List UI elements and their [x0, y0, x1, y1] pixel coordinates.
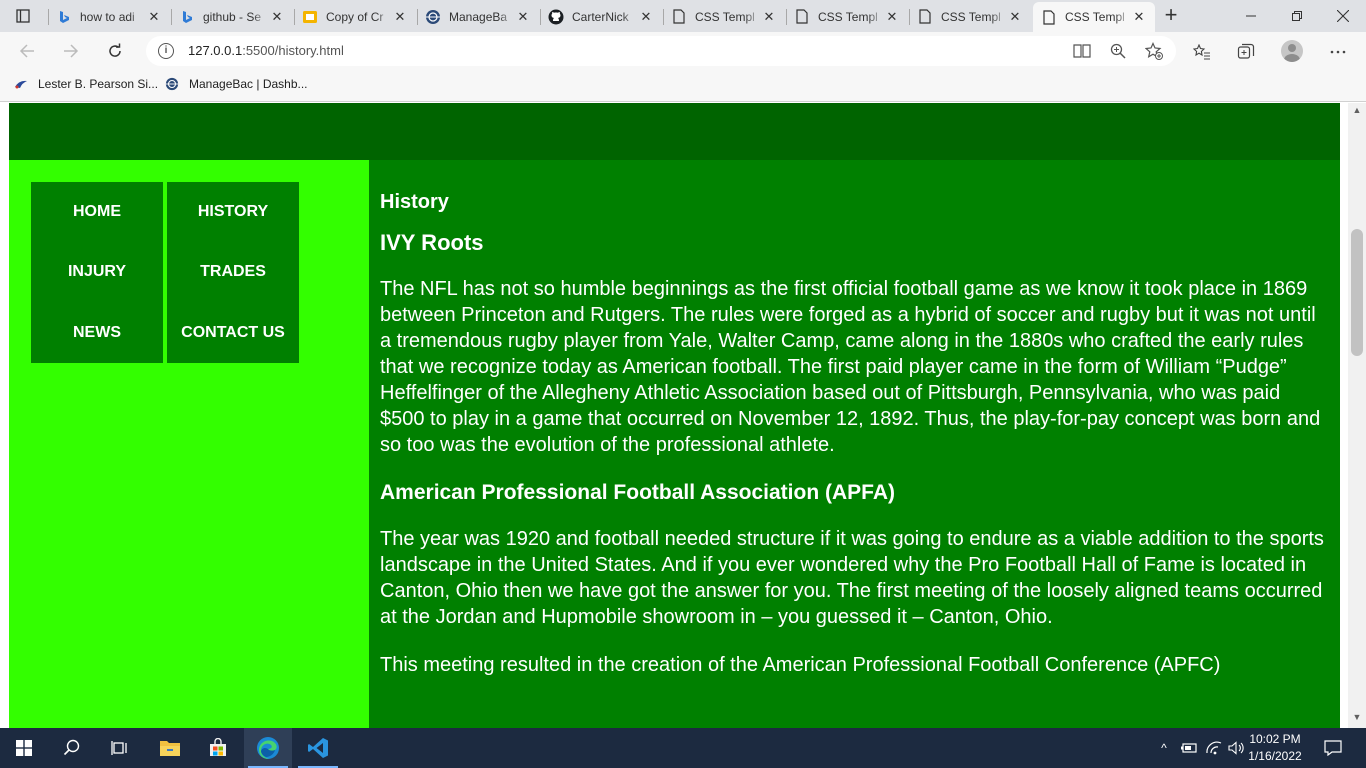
nav-column-right: HISTORY TRADES CONTACT US	[167, 182, 299, 363]
section-heading-apfa: American Professional Football Associati…	[380, 481, 895, 504]
profile-avatar[interactable]	[1281, 40, 1303, 62]
nav-link-history[interactable]: HISTORY	[167, 182, 299, 242]
browser-tab[interactable]: ManageBa ✕	[417, 3, 539, 30]
scroll-down-icon[interactable]: ▼	[1348, 712, 1366, 726]
tab-actions-icon[interactable]	[8, 6, 38, 26]
managebac-icon	[425, 9, 441, 25]
search-icon[interactable]	[48, 728, 96, 768]
clock-date: 1/16/2022	[1248, 749, 1302, 763]
close-icon[interactable]: ✕	[515, 9, 531, 25]
close-icon[interactable]: ✕	[269, 9, 285, 25]
taskbar: ^ 10:02 PM 1/16/2022	[0, 728, 1366, 768]
address-bar[interactable]: i 127.0.0.1:5500/history.html	[146, 36, 1176, 66]
section-paragraph-apfc: This meeting resulted in the creation of…	[380, 654, 1221, 676]
page-icon	[794, 9, 810, 25]
section-paragraph-apfa: The year was 1920 and football needed st…	[380, 528, 1324, 628]
scrollbar-thumb[interactable]	[1351, 229, 1363, 356]
tray-overflow-icon[interactable]: ^	[1155, 728, 1173, 768]
zoom-icon[interactable]	[1108, 41, 1128, 61]
browser-tab[interactable]: how to adi ✕	[48, 3, 170, 30]
minimize-button[interactable]	[1228, 0, 1274, 32]
section-heading-ivy-roots: IVY Roots	[380, 230, 484, 255]
browser-tab[interactable]: CSS Templ ✕	[663, 3, 785, 30]
battery-icon[interactable]	[1178, 728, 1200, 768]
page-icon	[671, 9, 687, 25]
refresh-icon[interactable]	[102, 39, 128, 63]
nav-link-news[interactable]: NEWS	[31, 303, 163, 363]
edge-browser-icon[interactable]	[244, 728, 292, 768]
favorites-bar: Lester B. Pearson Si... ManageBac | Dash…	[0, 70, 1366, 102]
nav-menu: HOME INJURY NEWS HISTORY TRADES CONTACT …	[31, 182, 299, 363]
close-icon[interactable]: ✕	[761, 9, 777, 25]
nav-link-injury[interactable]: INJURY	[31, 242, 163, 302]
favorites-icon[interactable]	[1191, 41, 1213, 63]
bing-icon	[56, 9, 72, 25]
collections-icon[interactable]	[1235, 41, 1257, 63]
close-window-button[interactable]	[1320, 0, 1366, 32]
notifications-icon[interactable]	[1318, 728, 1348, 768]
page-title: History	[380, 191, 449, 213]
sidebar: HOME INJURY NEWS HISTORY TRADES CONTACT …	[9, 160, 369, 728]
nav-column-left: HOME INJURY NEWS	[31, 182, 163, 363]
restore-button[interactable]	[1274, 0, 1320, 32]
vertical-scrollbar[interactable]: ▲ ▼	[1348, 103, 1366, 728]
section-paragraph-ivy-roots: The NFL has not so humble beginnings as …	[380, 278, 1321, 456]
new-tab-button[interactable]: +	[1158, 4, 1184, 28]
back-icon[interactable]	[14, 39, 40, 63]
page-icon	[917, 9, 933, 25]
page-icon	[1041, 9, 1057, 25]
clock-time: 10:02 PM	[1249, 732, 1301, 746]
close-icon[interactable]: ✕	[1131, 9, 1147, 25]
nav-link-contact-us[interactable]: CONTACT US	[167, 303, 299, 363]
system-clock[interactable]: 10:02 PM 1/16/2022	[1240, 731, 1310, 765]
browser-tab[interactable]: CSS Templ ✕	[786, 3, 908, 30]
wifi-icon[interactable]	[1203, 728, 1225, 768]
close-icon[interactable]: ✕	[146, 9, 162, 25]
task-view-icon[interactable]	[96, 728, 144, 768]
managebac-icon	[165, 77, 179, 91]
slides-icon	[302, 9, 318, 25]
school-icon	[14, 77, 28, 91]
add-favorite-icon[interactable]	[1144, 41, 1164, 61]
immersive-reader-icon[interactable]	[1072, 41, 1092, 61]
tab-strip: how to adi ✕ github - Se ✕ Copy of Cr ✕ …	[0, 0, 1366, 32]
url-text[interactable]: 127.0.0.1:5500/history.html	[188, 43, 344, 58]
more-options-icon[interactable]	[1327, 41, 1349, 63]
bing-icon	[179, 9, 195, 25]
browser-toolbar: i 127.0.0.1:5500/history.html	[0, 32, 1366, 70]
nav-link-home[interactable]: HOME	[31, 182, 163, 242]
browser-tab[interactable]: github - Se ✕	[171, 3, 293, 30]
close-icon[interactable]: ✕	[1007, 9, 1023, 25]
page-header	[9, 103, 1340, 160]
nav-link-trades[interactable]: TRADES	[167, 242, 299, 302]
browser-tab[interactable]: Copy of Cr ✕	[294, 3, 416, 30]
microsoft-store-icon[interactable]	[194, 728, 242, 768]
close-icon[interactable]: ✕	[884, 9, 900, 25]
vs-code-icon[interactable]	[294, 728, 342, 768]
main-content: History IVY Roots The NFL has not so hum…	[369, 160, 1340, 728]
browser-tab[interactable]: CSS Templ ✕	[909, 3, 1031, 30]
info-icon[interactable]: i	[158, 43, 174, 59]
github-icon	[548, 9, 564, 25]
page-viewport: HOME INJURY NEWS HISTORY TRADES CONTACT …	[0, 103, 1366, 728]
close-icon[interactable]: ✕	[638, 9, 654, 25]
close-icon[interactable]: ✕	[392, 9, 408, 25]
browser-tab[interactable]: CarterNick ✕	[540, 3, 662, 30]
favorite-item[interactable]: ManageBac | Dashb...	[165, 77, 308, 91]
scroll-up-icon[interactable]: ▲	[1348, 105, 1366, 119]
favorite-item[interactable]: Lester B. Pearson Si...	[14, 77, 158, 91]
forward-icon[interactable]	[58, 39, 84, 63]
file-explorer-icon[interactable]	[146, 728, 194, 768]
browser-tab-active[interactable]: CSS Templ ✕	[1033, 2, 1155, 32]
start-button[interactable]	[0, 728, 48, 768]
